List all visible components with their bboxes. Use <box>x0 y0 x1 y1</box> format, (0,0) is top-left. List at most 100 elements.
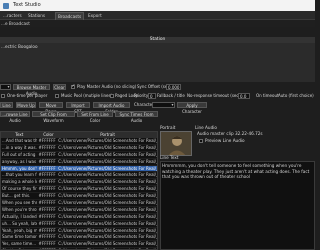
cell-color: #FFFFFF <box>38 220 56 226</box>
play-master-audio-checkbox[interactable] <box>71 84 75 89</box>
cell-text: ...in a way it was... <box>2 144 37 150</box>
import-srt-button[interactable]: Import SRT <box>66 102 90 114</box>
table-row[interactable]: Actually, I landed on m...#FFFFFFC:/User… <box>1 214 157 221</box>
line-text-area[interactable]: Hmmmmm, you don't tell someone to feel s… <box>160 161 315 250</box>
cell-text: ...that you learn frob... <box>2 172 37 178</box>
character-label: Character <box>134 102 154 107</box>
toolbar-line-audio: ...rowse Line Audio Set Clip From Wavefo… <box>0 111 315 123</box>
cell-color: #FFFFFF <box>38 234 56 240</box>
tab-broadcasts[interactable]: Broadcasts <box>55 12 85 20</box>
import-audio-folder-button[interactable]: Import Audio Folder <box>93 102 130 114</box>
tab-bar: ...racters Stations Broadcasts Export <box>0 11 315 20</box>
cell-color: #FFFFFF <box>38 179 56 185</box>
table-row[interactable]: But... get this. #FFFFFF C:/Users/vene/Pic… <box>1 193 157 201</box>
preview-line-audio-checkbox[interactable] <box>199 139 203 143</box>
set-from-line-color-button[interactable]: Set From Line Color <box>77 111 113 123</box>
cell-portrait: C:/Users/vene/Pictures/Old Screenshots F… <box>58 158 157 164</box>
cell-portrait: C:/Users/vene/Pictures/Old Screenshots F… <box>58 206 157 212</box>
priority-input[interactable]: 0 <box>148 93 156 99</box>
cell-color: #FFFFFF <box>38 144 56 150</box>
cell-text: When you're thrown w... <box>2 206 37 212</box>
table-row[interactable]: When you're thrown w...#FFFFFFC:/Users/v… <box>1 207 157 214</box>
cell-portrait: C:/Users/vene/Pictures/Old Screenshots F… <box>58 138 157 143</box>
cell-portrait: C:/Users/vene/Pictures/Old Screenshots F… <box>58 227 157 233</box>
cell-portrait: C:/Users/vene/Pictures/Old Screenshots F… <box>58 234 157 240</box>
cell-portrait: C:/Users/vene/Pictures/Old Screenshots F… <box>58 165 157 171</box>
preview-line-audio-label[interactable]: Preview Line Audio <box>205 138 245 143</box>
cell-color: #FFFFFF <box>38 186 56 192</box>
toolbar-options: One-time per player Music Pool (mutiple … <box>0 93 315 101</box>
station-panel <box>0 37 315 82</box>
apply-character-button[interactable]: Apply Character <box>177 102 207 114</box>
move-up-button[interactable]: Move Up <box>16 102 36 108</box>
tab-stations[interactable]: Stations <box>26 12 47 20</box>
table-row[interactable]: When you see thrown o...#FFFFFFC:/Users/… <box>1 200 157 207</box>
audio-master-clip: Audio master clip 32.22-46.72s <box>197 131 263 136</box>
paged-loop-checkbox[interactable] <box>110 94 114 98</box>
cell-text: Full out of acting sche... <box>2 151 37 157</box>
cell-text: uh... So yeah, later. <box>2 220 37 226</box>
cell-text: Same time tomorrow? <box>2 234 37 240</box>
browse-master-audio-button[interactable]: Browse Master Audio <box>13 84 50 96</box>
table-row[interactable]: Yes, same time... #FFFFFF C:/Users/vene/Pi… <box>1 241 157 249</box>
station-name: ...ectric Boogaloo <box>1 44 38 49</box>
title-bar: Text Studio <box>0 0 315 11</box>
cell-color: #FFFFFF <box>38 213 56 219</box>
set-clip-from-waveform-button[interactable]: Set Clip From Waveform <box>32 111 75 123</box>
music-pool-label: Music Pool (mutiple lines) <box>61 93 113 98</box>
cell-text: When you see thrown o... <box>2 200 37 206</box>
line-text-label: Line Text <box>160 155 179 160</box>
cell-text: Actually, I landed on m... <box>2 213 37 219</box>
cell-portrait: C:/Users/vene/Pictures/Old Screenshots F… <box>58 172 157 178</box>
character-dropdown[interactable] <box>152 102 175 108</box>
cell-color: #FFFFFF <box>38 227 56 233</box>
tab-characters[interactable]: ...racters <box>1 12 24 20</box>
play-master-audio-label: Play Master Audio (no slicing) <box>77 84 137 89</box>
cell-portrait: C:/Users/vene/Pictures/Old Screenshots F… <box>58 213 157 219</box>
lines-table[interactable]: Text Color Portrait ...And that was the.… <box>0 131 158 250</box>
broadcast-subheader: ...e Broadcast <box>0 20 315 27</box>
table-row[interactable]: Yeah, yeah, big man's...#FFFFFFC:/Users/… <box>1 228 157 235</box>
portrait-character-icon <box>161 132 191 155</box>
station-header: Station <box>0 37 315 43</box>
toolbar-audio: Browse Master Audio Clear Play Master Au… <box>0 84 315 96</box>
fallback-title-label: Fallback / title <box>157 93 185 98</box>
line-button[interactable]: Line <box>0 102 13 108</box>
table-row[interactable]: Hmmm, you don't tell...#FFFFFFC:/Users/v… <box>1 165 157 173</box>
table-row[interactable]: ...that you learn frob...#FFFFFFC:/Users… <box>1 172 157 180</box>
master-audio-dropdown[interactable] <box>0 84 11 90</box>
table-row[interactable]: ...in a way it was... #FFFFFF C:/Users/ven… <box>1 145 157 152</box>
line-audio-label: Line Audio <box>195 125 217 130</box>
sync-offset-input[interactable]: 0.000 <box>166 84 181 90</box>
clear-button[interactable]: Clear <box>53 84 66 90</box>
one-time-per-player-checkbox[interactable] <box>1 94 5 98</box>
cell-text: Of course they fired m... <box>2 186 37 192</box>
window-title: Text Studio <box>13 2 41 8</box>
cell-portrait: C:/Users/vene/Pictures/Old Screenshots F… <box>58 151 157 157</box>
cell-text: Yes, same time... <box>2 241 37 247</box>
cell-text: anyway, as I was sayin... <box>2 158 37 164</box>
one-time-per-player-label: One-time per player <box>7 93 48 98</box>
no-response-timeout-input[interactable]: 0.0 <box>238 93 250 99</box>
cell-text: ...And that was the... <box>2 138 37 143</box>
cell-color: #FFFFFF <box>38 200 56 206</box>
table-row[interactable]: making a whole lot mo...#FFFFFFC:/Users/… <box>1 179 157 187</box>
move-down-button[interactable]: Move Down <box>39 102 63 114</box>
table-row[interactable]: Same time tomorrow?#FFFFFFC:/Users/vene/… <box>1 234 157 242</box>
cell-portrait: C:/Users/vene/Pictures/Old Screenshots F… <box>58 144 157 150</box>
on-timeout-value[interactable]: Auto (first choice) <box>278 93 314 99</box>
table-row[interactable]: Full out of acting sche...#FFFFFFC:/User… <box>1 152 157 159</box>
priority-label: Priority <box>134 93 149 98</box>
cell-portrait: C:/Users/vene/Pictures/Old Screenshots F… <box>58 241 157 247</box>
tab-export[interactable]: Export <box>86 12 104 20</box>
table-row[interactable]: ...And that was the...#FFFFFFC:/Users/ve… <box>1 138 157 145</box>
table-row[interactable]: anyway, as I was sayin...#FFFFFFC:/Users… <box>1 159 157 166</box>
browse-line-audio-button[interactable]: ...rowse Line Audio <box>0 111 30 123</box>
toolbar-lines: Line Move Up Move Down Import SRT Import… <box>0 102 315 114</box>
app-icon <box>3 2 9 9</box>
music-pool-checkbox[interactable] <box>55 94 59 98</box>
sync-times-from-audio-button[interactable]: Sync Times From Audio <box>115 111 158 123</box>
table-row[interactable]: uh... So yeah, later.#FFFFFFC:/Users/ven… <box>1 221 157 228</box>
table-row[interactable]: Of course they fired m...#FFFFFFC:/Users… <box>1 186 157 194</box>
cell-portrait: C:/Users/vene/Pictures/Old Screenshots F… <box>58 179 157 185</box>
